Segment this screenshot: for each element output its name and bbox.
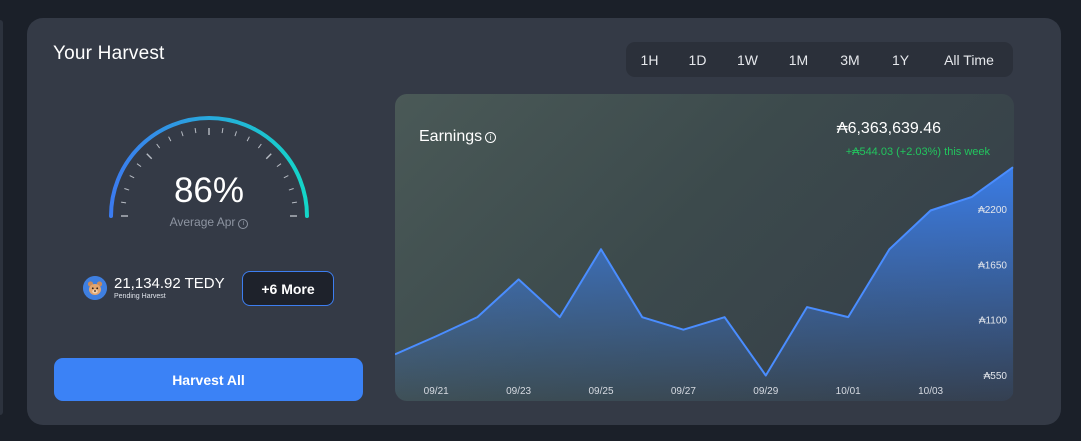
range-1m[interactable]: 1M <box>773 42 824 77</box>
more-tokens-button[interactable]: +6 More <box>242 271 334 306</box>
average-apr-label: Average Apr i <box>103 215 315 229</box>
x-tick-label: 10/03 <box>918 386 943 397</box>
bear-icon <box>83 276 107 300</box>
gauge-tick <box>246 136 250 142</box>
pending-harvest-amount: 21,134.92 TEDY <box>114 275 225 292</box>
average-apr-label-text: Average Apr <box>169 215 236 229</box>
earnings-title: Earnings i <box>419 128 497 146</box>
earnings-weekly-change: +₳544.03 (+2.03%) this week <box>845 146 990 158</box>
gauge-tick <box>265 153 272 160</box>
earnings-panel: ₳550 ₳1100 ₳1650 ₳2200 09/21 09/23 09/25 09/27 0… <box>395 94 1014 401</box>
x-tick-label: 09/25 <box>588 386 613 397</box>
earnings-title-text: Earnings <box>419 128 483 145</box>
x-tick-label: 10/01 <box>836 386 861 397</box>
gauge-tick <box>257 143 262 149</box>
gauge-tick <box>136 163 142 168</box>
earnings-info-icon[interactable]: i <box>485 132 497 143</box>
card-title: Your Harvest <box>53 43 165 64</box>
gauge-tick <box>146 153 153 160</box>
gauge-tick <box>181 131 184 137</box>
tedy-token-icon <box>83 276 107 300</box>
gauge-tick <box>194 128 197 134</box>
range-all-time[interactable]: All Time <box>925 42 1013 77</box>
x-tick-label: 09/23 <box>506 386 531 397</box>
harvest-all-button[interactable]: Harvest All <box>54 358 363 401</box>
adjacent-panel-edge <box>0 20 3 415</box>
average-apr-value: 86% <box>173 171 245 210</box>
pending-harvest-label: Pending Harvest <box>114 293 166 300</box>
x-tick-label: 09/27 <box>671 386 696 397</box>
range-3m[interactable]: 3M <box>824 42 876 77</box>
x-tick-label: 09/29 <box>753 386 778 397</box>
range-1h[interactable]: 1H <box>626 42 673 77</box>
y-tick-label: ₳1100 <box>979 316 1008 327</box>
gauge-tick <box>168 136 172 142</box>
gauge-tick <box>156 143 161 149</box>
harvest-card: Your Harvest 1H 1D 1W 1M 3M 1Y All Time 86% Av… <box>27 18 1061 425</box>
x-tick-label: 09/21 <box>424 386 449 397</box>
earnings-area <box>395 167 1013 401</box>
apr-gauge <box>109 116 309 218</box>
range-1w[interactable]: 1W <box>722 42 773 77</box>
gauge-tick <box>276 163 282 168</box>
range-1y[interactable]: 1Y <box>876 42 925 77</box>
info-icon[interactable]: i <box>238 219 249 229</box>
gauge-tick <box>234 131 237 137</box>
range-1d[interactable]: 1D <box>673 42 722 77</box>
y-tick-label: ₳2200 <box>978 205 1007 216</box>
time-range-selector: 1H 1D 1W 1M 3M 1Y All Time <box>626 42 1013 77</box>
earnings-total: ₳6,363,639.46 <box>836 120 941 137</box>
y-tick-label: ₳1650 <box>978 260 1007 271</box>
y-tick-label: ₳550 <box>984 371 1008 382</box>
gauge-tick <box>221 128 224 134</box>
